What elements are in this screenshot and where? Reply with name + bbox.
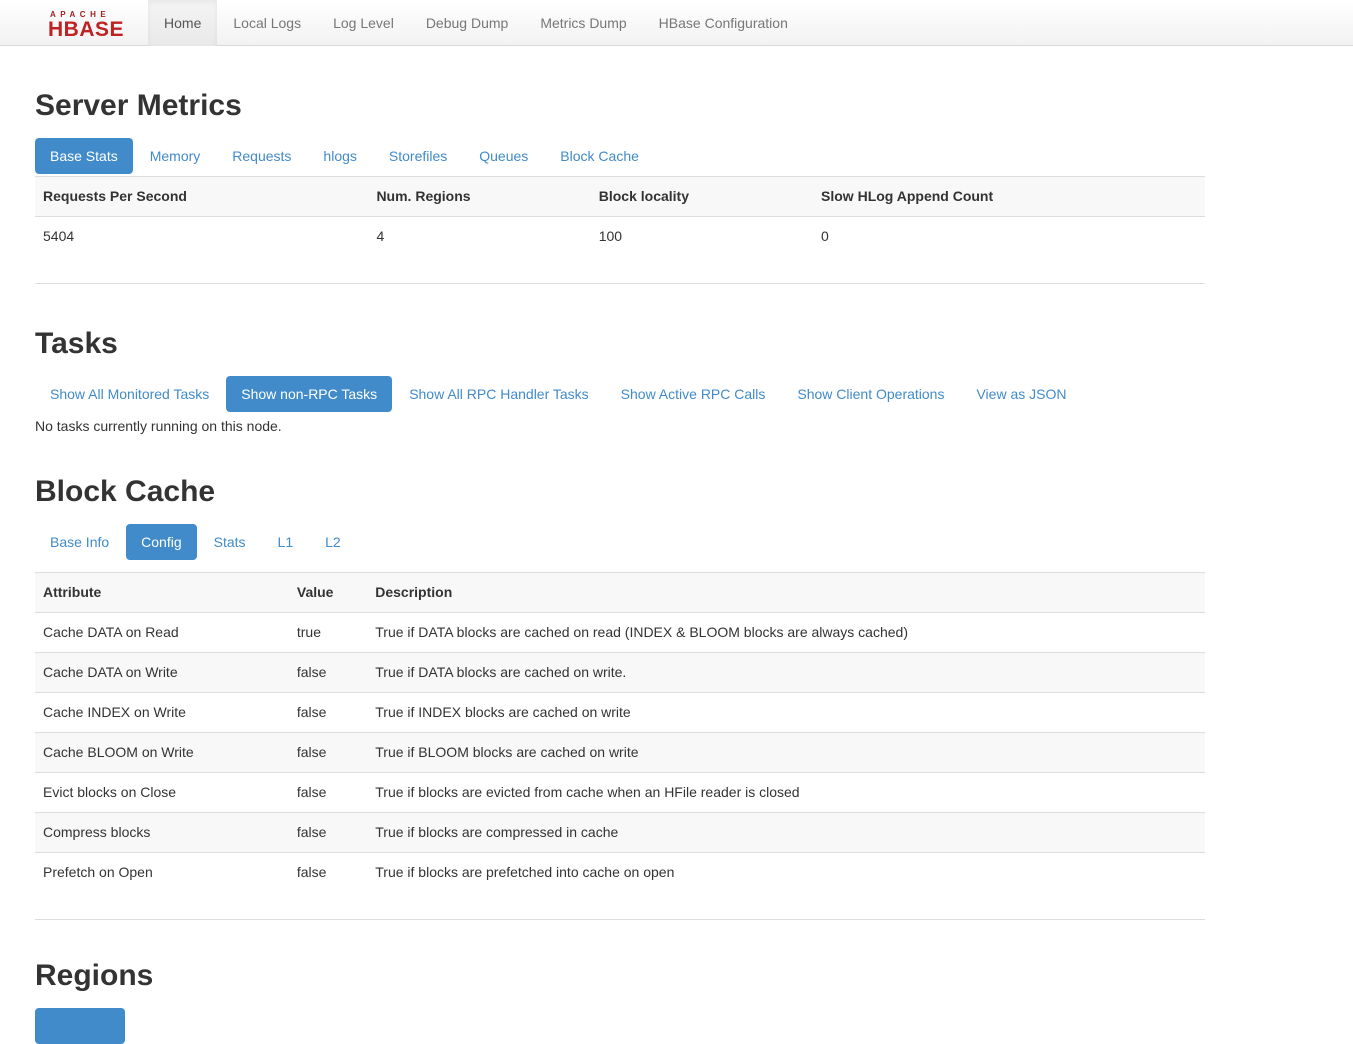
tab-config[interactable]: Config	[126, 524, 196, 560]
nav-item-metrics-dump[interactable]: Metrics Dump	[524, 0, 642, 45]
table-row: Compress blocks false True if blocks are…	[35, 813, 1205, 853]
attribute-cell: Cache DATA on Write	[35, 653, 289, 693]
column-header: Value	[289, 573, 367, 613]
table-row: Cache BLOOM on Write false True if BLOOM…	[35, 733, 1205, 773]
table-row: 5404 4 100 0	[35, 217, 1205, 257]
value-cell: true	[289, 613, 367, 653]
attribute-cell: Prefetch on Open	[35, 853, 289, 893]
description-cell: True if blocks are prefetched into cache…	[367, 853, 1205, 893]
column-header: Slow HLog Append Count	[813, 177, 1205, 217]
server-metrics-table: Requests Per Second Num. Regions Block l…	[35, 176, 1205, 284]
tab-queues[interactable]: Queues	[464, 138, 543, 174]
column-header: Block locality	[591, 177, 813, 217]
block-locality-value: 100	[591, 217, 813, 257]
table-header-row: Attribute Value Description	[35, 573, 1205, 613]
tab-show-active-rpc-calls[interactable]: Show Active RPC Calls	[606, 376, 781, 412]
tab-show-all-rpc-handler-tasks[interactable]: Show All RPC Handler Tasks	[394, 376, 603, 412]
description-cell: True if DATA blocks are cached on write.	[367, 653, 1205, 693]
page-content: Server Metrics Base Stats Memory Request…	[35, 88, 1205, 1044]
table-row: Prefetch on Open false True if blocks ar…	[35, 853, 1205, 893]
tab-show-all-monitored-tasks[interactable]: Show All Monitored Tasks	[35, 376, 224, 412]
value-cell: false	[289, 733, 367, 773]
attribute-cell: Compress blocks	[35, 813, 289, 853]
tab-hlogs[interactable]: hlogs	[308, 138, 371, 174]
nav-item-debug-dump[interactable]: Debug Dump	[410, 0, 525, 45]
block-cache-section: Block Cache Base Info Config Stats L1 L2…	[35, 474, 1205, 920]
tasks-title: Tasks	[35, 326, 1205, 362]
attribute-cell: Evict blocks on Close	[35, 773, 289, 813]
table-row: Cache INDEX on Write false True if INDEX…	[35, 693, 1205, 733]
hbase-logo-hbase-text: HBASE	[48, 19, 124, 40]
no-tasks-message: No tasks currently running on this node.	[35, 417, 1205, 436]
tab-view-as-json[interactable]: View as JSON	[961, 376, 1081, 412]
server-metrics-tabs: Base Stats Memory Requests hlogs Storefi…	[35, 138, 1205, 174]
tab-base-info[interactable]: Base Info	[35, 524, 124, 560]
nav-item-log-level[interactable]: Log Level	[317, 0, 410, 45]
value-cell: false	[289, 813, 367, 853]
value-cell: false	[289, 693, 367, 733]
hbase-logo[interactable]: APACHE HBASE	[48, 0, 148, 45]
regions-title: Regions	[35, 958, 1205, 994]
tab-memory[interactable]: Memory	[135, 138, 216, 174]
tab-show-non-rpc-tasks[interactable]: Show non-RPC Tasks	[226, 376, 392, 412]
block-cache-title: Block Cache	[35, 474, 1205, 510]
table-header-row: Requests Per Second Num. Regions Block l…	[35, 177, 1205, 217]
attribute-cell: Cache INDEX on Write	[35, 693, 289, 733]
table-row: Cache DATA on Read true True if DATA blo…	[35, 613, 1205, 653]
attribute-cell: Cache BLOOM on Write	[35, 733, 289, 773]
navbar-menu: Home Local Logs Log Level Debug Dump Met…	[148, 0, 804, 45]
description-cell: True if blocks are evicted from cache wh…	[367, 773, 1205, 813]
server-metrics-section: Server Metrics Base Stats Memory Request…	[35, 88, 1205, 284]
num-regions-value: 4	[368, 217, 590, 257]
regions-first-tab-partial[interactable]	[35, 1008, 125, 1044]
tasks-section: Tasks Show All Monitored Tasks Show non-…	[35, 326, 1205, 436]
description-cell: True if BLOOM blocks are cached on write	[367, 733, 1205, 773]
tab-storefiles[interactable]: Storefiles	[374, 138, 462, 174]
value-cell: false	[289, 653, 367, 693]
column-header: Num. Regions	[368, 177, 590, 217]
requests-per-second-value: 5404	[35, 217, 368, 257]
attribute-cell: Cache DATA on Read	[35, 613, 289, 653]
slow-hlog-append-count-value: 0	[813, 217, 1205, 257]
tab-requests[interactable]: Requests	[217, 138, 306, 174]
block-cache-tabs: Base Info Config Stats L1 L2	[35, 524, 1205, 560]
column-header: Attribute	[35, 573, 289, 613]
tasks-tabs: Show All Monitored Tasks Show non-RPC Ta…	[35, 376, 1205, 412]
table-row: Evict blocks on Close false True if bloc…	[35, 773, 1205, 813]
description-cell: True if INDEX blocks are cached on write	[367, 693, 1205, 733]
regions-section: Regions	[35, 958, 1205, 1044]
tab-base-stats[interactable]: Base Stats	[35, 138, 133, 174]
value-cell: false	[289, 853, 367, 893]
nav-item-hbase-configuration[interactable]: HBase Configuration	[643, 0, 804, 45]
column-header: Description	[367, 573, 1205, 613]
tab-stats[interactable]: Stats	[199, 524, 261, 560]
tab-block-cache[interactable]: Block Cache	[545, 138, 654, 174]
navbar: APACHE HBASE Home Local Logs Log Level D…	[0, 0, 1353, 46]
tab-show-client-operations[interactable]: Show Client Operations	[782, 376, 959, 412]
tab-l2[interactable]: L2	[310, 524, 356, 560]
server-metrics-title: Server Metrics	[35, 88, 1205, 124]
tab-l1[interactable]: L1	[263, 524, 309, 560]
description-cell: True if DATA blocks are cached on read (…	[367, 613, 1205, 653]
block-cache-config-table: Attribute Value Description Cache DATA o…	[35, 572, 1205, 920]
value-cell: false	[289, 773, 367, 813]
table-row: Cache DATA on Write false True if DATA b…	[35, 653, 1205, 693]
description-cell: True if blocks are compressed in cache	[367, 813, 1205, 853]
nav-item-local-logs[interactable]: Local Logs	[217, 0, 317, 45]
column-header: Requests Per Second	[35, 177, 368, 217]
nav-item-home[interactable]: Home	[148, 0, 217, 45]
